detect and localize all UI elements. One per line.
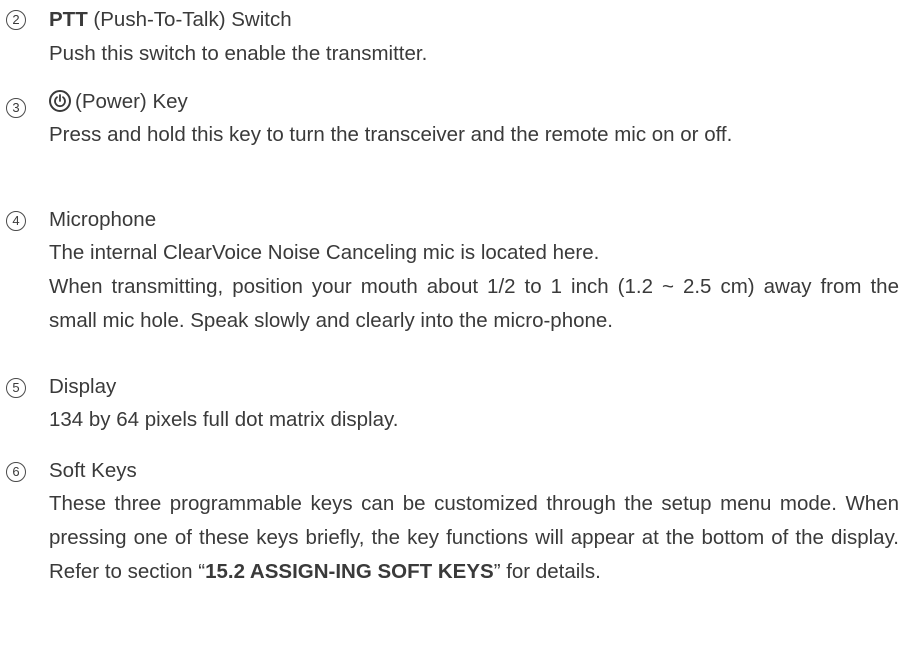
heading-text: (Power) Key	[75, 90, 188, 113]
item-heading: Display	[49, 373, 116, 401]
heading-text: Display	[49, 375, 117, 398]
item-heading: Microphone	[49, 206, 156, 234]
item-description: 134 by 64 pixels full dot matrix display…	[49, 408, 399, 431]
item-description: Press and hold this key to turn the tran…	[49, 123, 733, 146]
manual-page: 2 PTT (Push-To-Talk) Switch Push this sw…	[0, 0, 916, 646]
item-description: Push this switch to enable the transmitt…	[49, 42, 428, 65]
item-heading: Soft Keys	[49, 457, 137, 485]
description-line: The internal ClearVoice Noise Canceling …	[49, 241, 600, 264]
heading-text: Microphone	[49, 208, 157, 231]
description-paragraph: When transmitting, position your mouth a…	[49, 275, 899, 332]
item-number-badge: 2	[6, 10, 26, 30]
heading-text: Soft Keys	[49, 459, 137, 482]
item-number-badge: 6	[6, 462, 26, 482]
item-number-badge: 3	[6, 98, 26, 118]
section-reference: 15.2 ASSIGN-ING SOFT KEYS	[205, 560, 494, 583]
item-description: These three programmable keys can be cus…	[49, 487, 899, 589]
power-icon	[49, 90, 71, 112]
item-number-badge: 5	[6, 378, 26, 398]
heading-text: (Push-To-Talk) Switch	[87, 8, 292, 31]
heading-bold-term: PTT	[49, 8, 88, 31]
item-heading: (Power) Key	[49, 88, 188, 116]
description-text-end: ” for details.	[493, 560, 601, 583]
item-heading: PTT (Push-To-Talk) Switch	[49, 6, 292, 34]
item-number-badge: 4	[6, 211, 26, 231]
item-description: The internal ClearVoice Noise Canceling …	[49, 236, 899, 338]
